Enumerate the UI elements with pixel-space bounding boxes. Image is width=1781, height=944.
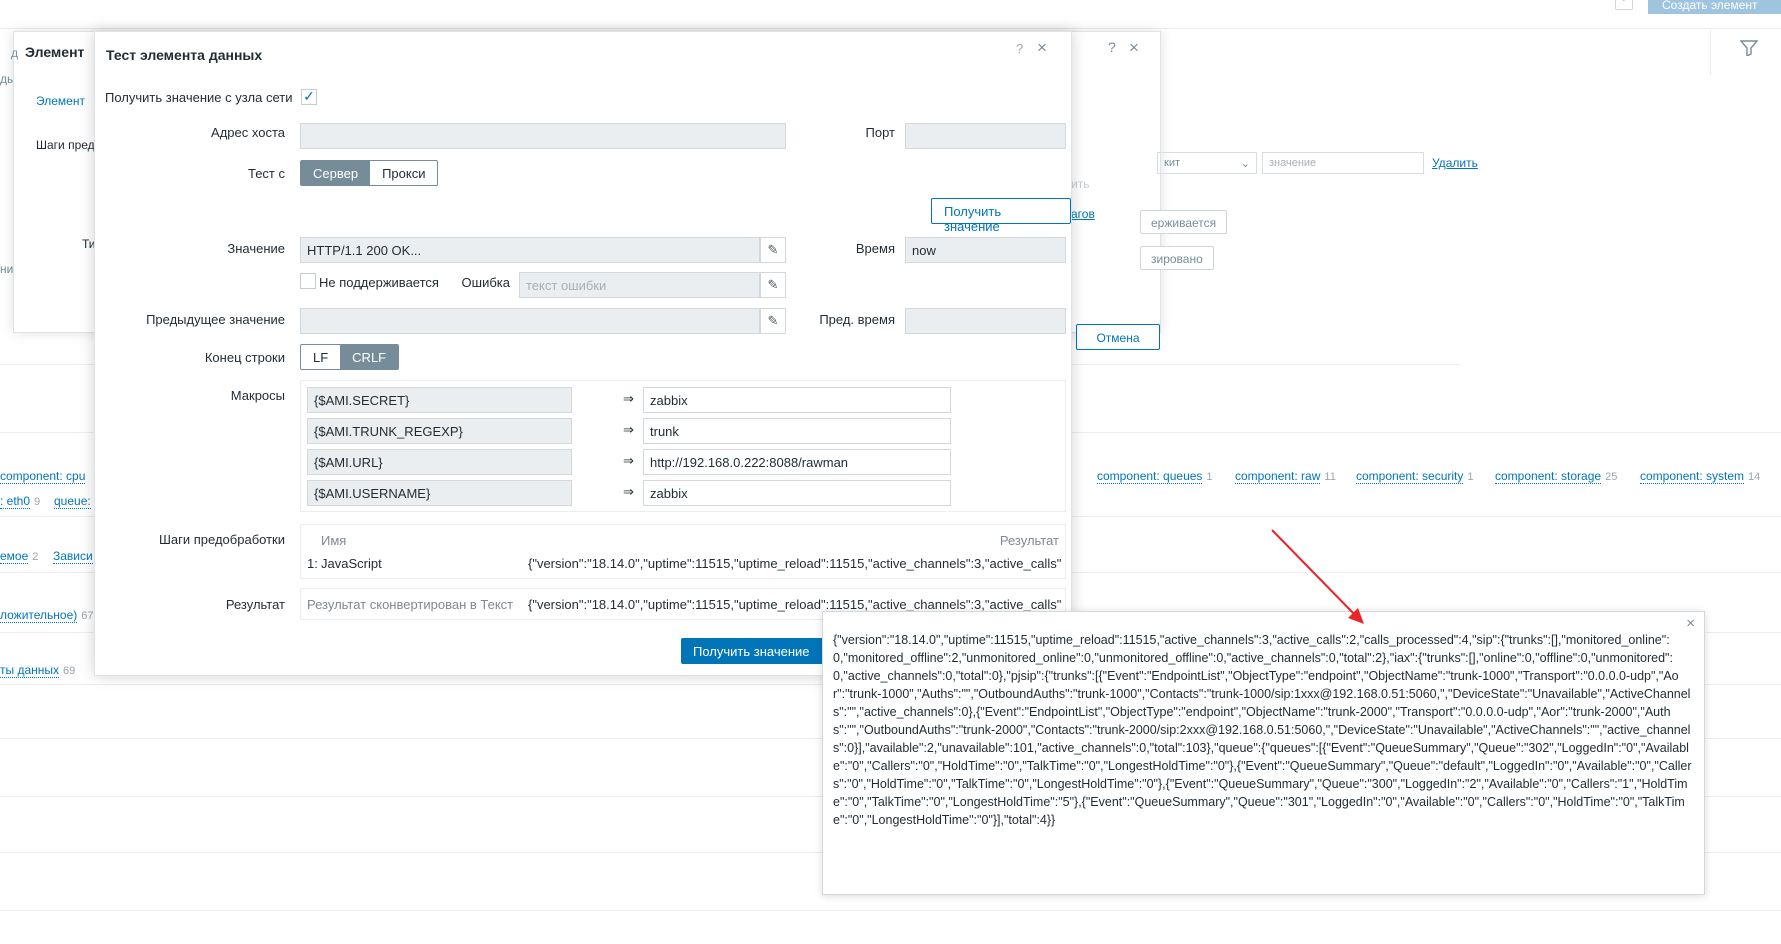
preprocessing-label: Шаги пред: [36, 138, 95, 152]
prev-time-input[interactable]: [905, 308, 1066, 334]
macros-label: Макросы: [230, 388, 285, 403]
lf-option[interactable]: LF: [301, 345, 340, 369]
filter-link[interactable]: емое 2: [0, 549, 38, 564]
dialog-title: Элемент: [25, 44, 85, 60]
port-label: Порт: [865, 125, 895, 140]
delete-link[interactable]: Удалить: [1432, 156, 1478, 170]
close-icon[interactable]: ×: [1037, 38, 1047, 58]
get-value-button[interactable]: Получить значение: [931, 198, 1071, 234]
arrow-icon: ⇒: [623, 391, 634, 406]
preprocessing-label: Шаги предобработки: [159, 532, 285, 547]
arrow-icon: ⇒: [623, 484, 634, 499]
tag-operator-select[interactable]: кит ⌄: [1157, 152, 1257, 174]
preprocessing-table: Имя Результат 1: JavaScript {"version":"…: [300, 524, 1066, 579]
filter-icon[interactable]: [1739, 40, 1759, 61]
arrow-icon: ⇒: [623, 453, 634, 468]
help-icon[interactable]: ?: [1016, 41, 1023, 56]
eol-label: Конец строки: [204, 350, 285, 365]
sidebar-fragment: ни: [0, 262, 14, 276]
get-from-host-label: Получить значение с узла сети: [105, 90, 293, 105]
value-input[interactable]: HTTP/1.1 200 OK...: [300, 237, 760, 263]
tag-value-input[interactable]: значение: [1262, 152, 1424, 174]
sidebar-fragment: ды: [0, 72, 14, 86]
result-label: Результат: [225, 597, 285, 612]
crlf-option[interactable]: CRLF: [340, 345, 399, 369]
macro-value-input[interactable]: trunk: [643, 418, 951, 444]
filter-link[interactable]: ложительное) 67: [0, 608, 94, 623]
port-input[interactable]: [905, 123, 1066, 149]
help-icon[interactable]: ?: [1108, 39, 1116, 55]
macro-name: {$AMI.TRUNK_REGEXP}: [307, 418, 572, 444]
macro-name: {$AMI.USERNAME}: [307, 480, 572, 506]
steps-link[interactable]: агов: [1071, 207, 1095, 221]
dialog-title: Тест элемента данных: [106, 47, 263, 63]
tag-link[interactable]: component: storage 25: [1495, 469, 1617, 484]
eol-toggle: LF CRLF: [300, 344, 400, 370]
arrow-icon: ⇒: [623, 422, 634, 437]
close-icon[interactable]: ×: [1686, 615, 1695, 632]
macro-value-input[interactable]: http://192.168.0.222:8088/rawman: [643, 449, 951, 475]
result-full-text: {"version":"18.14.0","uptime":11515,"upt…: [833, 633, 1692, 827]
filter-divider: [1710, 30, 1711, 75]
prev-value-label: Предыдущее значение: [146, 312, 285, 327]
result-note: Результат сконвертирован в Текст: [307, 597, 514, 612]
filter-link[interactable]: ты данных 69: [0, 663, 75, 678]
tag-link[interactable]: component: queues 1: [1097, 469, 1213, 484]
prev-time-label: Пред. время: [819, 312, 895, 327]
tag-link[interactable]: component: cpu: [0, 469, 86, 484]
annotation-arrow-icon: [1271, 529, 1364, 624]
tag-link[interactable]: component: raw 11: [1235, 469, 1336, 484]
macro-value-input[interactable]: zabbix: [643, 480, 951, 506]
test-item-dialog: Тест элемента данных ? × Получить значен…: [94, 31, 1072, 676]
server-option[interactable]: Сервер: [301, 161, 371, 185]
prev-value-input[interactable]: [300, 308, 760, 334]
tag-link[interactable]: component: security 1: [1356, 469, 1474, 484]
tag-link[interactable]: queue:: [54, 494, 91, 509]
tag-link[interactable]: component: system 14: [1640, 469, 1760, 484]
dialog-fragment: д: [11, 46, 19, 60]
step-result[interactable]: {"version":"18.14.0","uptime":11515,"upt…: [528, 556, 1062, 571]
edit-icon[interactable]: ✎: [760, 308, 786, 334]
filter-link[interactable]: Зависи: [53, 549, 93, 564]
value-label: Значение: [227, 241, 285, 256]
host-address-label: Адрес хоста: [211, 125, 285, 140]
faded-label: ить: [1071, 177, 1090, 191]
edit-icon[interactable]: ✎: [760, 272, 786, 298]
customized-button[interactable]: зировано: [1140, 246, 1214, 270]
unsupported-button[interactable]: ерживается: [1140, 210, 1228, 234]
time-input[interactable]: now: [905, 237, 1066, 263]
page-header-bar: [0, 0, 1781, 29]
edit-icon[interactable]: ✎: [760, 237, 786, 263]
column-header-name: Имя: [321, 533, 347, 548]
get-value-footer-button[interactable]: Получить значение: [681, 638, 841, 664]
host-address-input[interactable]: [300, 123, 786, 149]
step-number: 1:: [307, 556, 318, 571]
proxy-option[interactable]: Прокси: [370, 161, 437, 185]
test-with-toggle: Сервер Прокси: [300, 160, 439, 186]
column-header-result: Результат: [999, 533, 1059, 548]
error-input[interactable]: текст ошибки: [519, 272, 760, 298]
tag-link[interactable]: : eth0 9: [0, 494, 40, 509]
macro-value-input[interactable]: zabbix: [643, 387, 951, 413]
time-label: Время: [855, 241, 895, 256]
macro-name: {$AMI.URL}: [307, 449, 572, 475]
cancel-button[interactable]: Отмена: [1076, 324, 1160, 350]
error-label: Ошибка: [461, 275, 510, 290]
create-item-button[interactable]: Создать элемент д: [1648, 0, 1781, 26]
not-supported-checkbox[interactable]: [300, 273, 316, 289]
not-supported-label: Не поддерживается: [319, 275, 439, 290]
result-value[interactable]: {"version":"18.14.0","uptime":11515,"upt…: [528, 597, 1062, 612]
macros-panel: {$AMI.SECRET} ⇒ zabbix {$AMI.TRUNK_REGEX…: [300, 380, 1066, 512]
result-hint-popup: × {"version":"18.14.0","uptime":11515,"u…: [822, 611, 1705, 895]
tab-item[interactable]: Элемент: [36, 94, 85, 108]
help-icon[interactable]: ?: [1615, 0, 1633, 10]
macro-name: {$AMI.SECRET}: [307, 387, 572, 413]
get-from-host-checkbox[interactable]: ✓: [301, 89, 317, 105]
step-name: JavaScript: [321, 556, 382, 571]
close-icon[interactable]: ×: [1129, 38, 1139, 58]
test-with-label: Тест с: [247, 166, 285, 181]
divider: [0, 910, 1781, 911]
